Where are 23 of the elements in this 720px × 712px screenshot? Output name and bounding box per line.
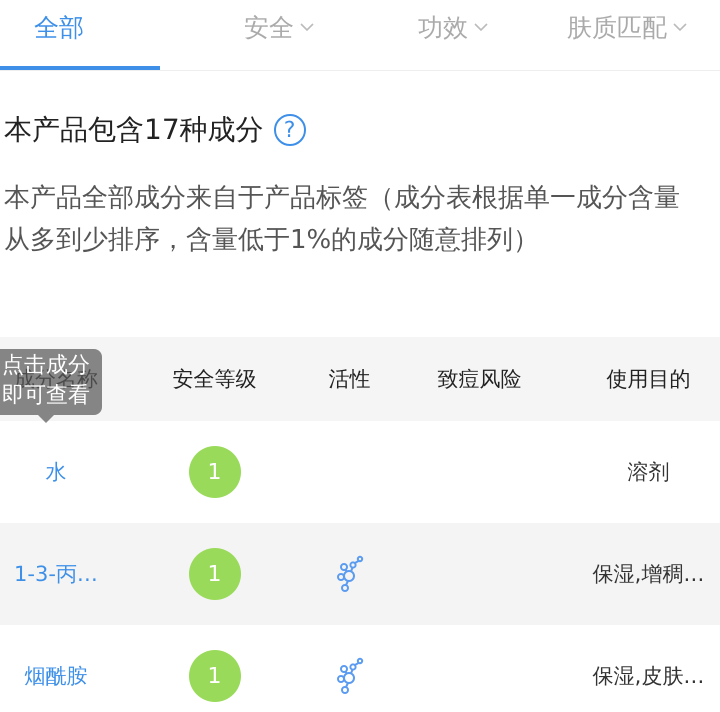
help-button[interactable]: ? (274, 114, 306, 146)
purpose-text: 溶剂 (628, 459, 670, 486)
tab[interactable]: 安全 (190, 0, 368, 70)
table-row[interactable]: 烟酰胺 1 保湿,皮肤… (0, 625, 720, 712)
column-header: 活性 (328, 366, 370, 393)
safety-level-badge: 1 (188, 548, 240, 600)
tab[interactable]: 功效 (368, 0, 538, 70)
description-text: 本产品全部成分来自于产品标签（成分表根据单一成分含量从多到少排序，含量低于1%的成分随意排列） (4, 182, 681, 257)
ingredient-link[interactable]: 烟酰胺 (24, 662, 88, 690)
purpose-text: 保湿,皮肤… (592, 663, 704, 690)
safety-level-badge: 1 (188, 446, 240, 498)
ingredient-count-title: 本产品包含17种成分 (4, 112, 264, 148)
purpose-text: 保湿,增稠… (592, 561, 704, 588)
tab[interactable]: 全部 (0, 0, 160, 70)
column-header: 使用目的 (606, 366, 690, 393)
column-header: 安全等级 (172, 366, 256, 393)
ingredient-link[interactable]: 1-3-丙… (14, 560, 98, 588)
table-row[interactable]: 1-3-丙… 1 保湿,增稠… (0, 523, 720, 625)
column-header: 致痘风险 (438, 366, 522, 393)
safety-level-badge: 1 (188, 650, 240, 702)
ingredient-link[interactable]: 水 (46, 458, 66, 486)
tab[interactable]: 肤质匹配 (538, 0, 716, 70)
table-row[interactable]: 水 1 溶剂 (0, 421, 720, 523)
